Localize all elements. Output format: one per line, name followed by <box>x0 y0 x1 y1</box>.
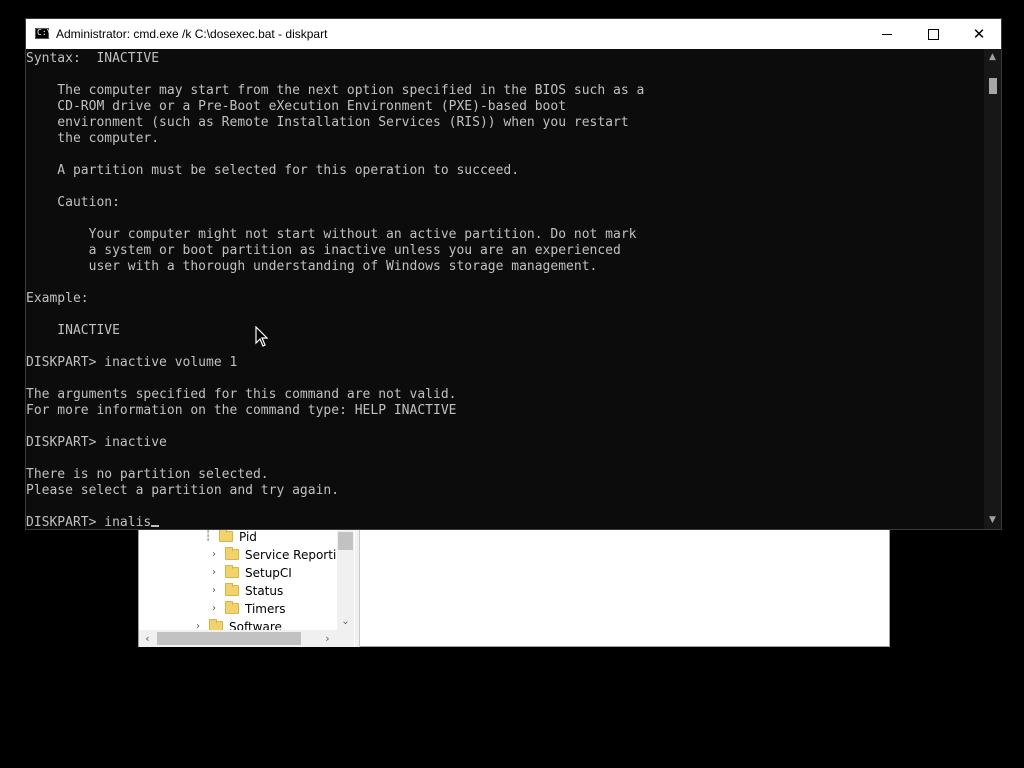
minimize-icon <box>882 34 892 35</box>
cmd-icon: C:\ <box>35 28 52 39</box>
scroll-up-arrow-icon[interactable]: ▲ <box>984 49 1001 66</box>
cmd-icon-glyph: C:\ <box>37 28 52 37</box>
scrollbar-thumb[interactable] <box>989 78 997 94</box>
close-button[interactable]: ✕ <box>956 19 1002 49</box>
text-cursor <box>151 525 160 527</box>
tree-item-label: Pid <box>239 530 257 544</box>
scroll-left-arrow-icon[interactable]: ‹ <box>139 630 156 647</box>
tree-item-label: Status <box>245 584 284 598</box>
scrollbar-thumb[interactable] <box>157 632 301 645</box>
scroll-down-arrow-icon[interactable]: ⌄ <box>337 613 354 630</box>
expand-chevron-icon[interactable]: › <box>209 600 219 618</box>
folder-icon <box>219 530 233 542</box>
title-bar[interactable]: C:\ Administrator: cmd.exe /k C:\dosexec… <box>26 19 1001 49</box>
expand-chevron-icon[interactable]: › <box>209 564 219 582</box>
registry-editor-window: ┆ Pid › Service Reporting › SetupCI › St… <box>138 529 890 647</box>
registry-tree-pane[interactable]: ┆ Pid › Service Reporting › SetupCI › St… <box>139 530 356 647</box>
console-window[interactable]: C:\ Administrator: cmd.exe /k C:\dosexec… <box>25 18 1002 530</box>
expand-chevron-icon[interactable]: › <box>209 546 219 564</box>
folder-icon <box>225 601 239 614</box>
folder-icon <box>225 583 239 596</box>
close-icon: ✕ <box>972 25 986 43</box>
scroll-down-arrow-icon[interactable]: ▼ <box>984 512 1001 529</box>
tree-horizontal-scrollbar[interactable]: ‹ › <box>139 630 354 647</box>
tree-item-label: SetupCI <box>245 566 292 580</box>
console-output: Syntax: INACTIVE The computer may start … <box>26 51 644 529</box>
tree-vertical-scrollbar[interactable]: ⌄ <box>337 530 354 630</box>
scrollbar-thumb[interactable] <box>338 532 353 550</box>
maximize-icon <box>928 29 939 40</box>
registry-values-pane[interactable] <box>360 530 889 646</box>
tree-item-label: Service Reporting <box>245 548 352 562</box>
scroll-right-arrow-icon[interactable]: › <box>319 630 336 647</box>
console-output-area[interactable]: Syntax: INACTIVE The computer may start … <box>26 49 984 529</box>
window-title: Administrator: cmd.exe /k C:\dosexec.bat… <box>56 27 328 41</box>
folder-icon <box>225 547 239 560</box>
mouse-pointer-icon <box>255 326 269 347</box>
expand-chevron-icon[interactable]: › <box>209 582 219 600</box>
tree-connector: ┆ <box>204 531 212 542</box>
console-history-text: Syntax: INACTIVE The computer may start … <box>26 51 645 498</box>
folder-icon <box>225 565 239 578</box>
maximize-button[interactable] <box>910 19 956 49</box>
minimize-button[interactable] <box>864 19 910 49</box>
console-vertical-scrollbar[interactable]: ▲ ▼ <box>984 49 1001 529</box>
scrollbar-corner <box>337 630 354 647</box>
tree-item-label: Timers <box>245 602 286 616</box>
command-prompt-line[interactable]: DISKPART> inalis <box>26 515 151 529</box>
